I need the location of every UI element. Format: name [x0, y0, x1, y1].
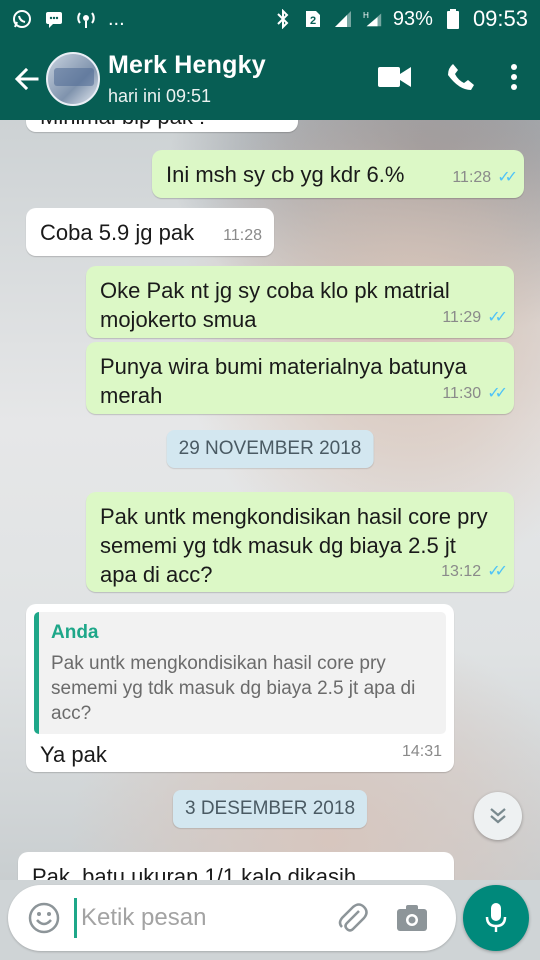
- message-incoming[interactable]: Minimal bip pak ! 11:26: [26, 120, 298, 132]
- message-input[interactable]: [74, 898, 324, 938]
- double-check-read-icon: ✓✓: [487, 563, 508, 580]
- message-text: Minimal bip pak !: [40, 120, 205, 129]
- scroll-to-bottom-button[interactable]: [474, 792, 522, 840]
- header-actions: [378, 62, 518, 97]
- message-text: Punya wira bumi materialnya batunya mera…: [100, 354, 467, 408]
- message-time: 11:30: [442, 385, 482, 402]
- message-meta: 11:26: [247, 120, 286, 130]
- svg-text:2: 2: [310, 15, 316, 27]
- message-meta: 11:29 ✓✓: [442, 303, 508, 332]
- message-text: Coba 5.9 jg pak: [40, 220, 195, 245]
- message-outgoing[interactable]: Oke Pak nt jg sy coba klo pk matrial moj…: [86, 266, 514, 338]
- message-text: Pak, batu ukuran 1/1 kalo dikasih: [32, 864, 357, 880]
- message-time: 13:12: [441, 563, 482, 580]
- hplus-signal-icon: H: [363, 9, 383, 29]
- attach-button[interactable]: [330, 896, 374, 940]
- date-separator: 3 DESEMBER 2018: [172, 790, 368, 828]
- paperclip-icon: [338, 903, 368, 932]
- signal-icon: [333, 9, 353, 29]
- camera-button[interactable]: [390, 896, 434, 940]
- quoted-message[interactable]: Anda Pak untk mengkondisikan hasil core …: [34, 612, 446, 734]
- message-meta: 11:28 ✓✓: [452, 163, 518, 192]
- more-vert-icon: [511, 63, 517, 90]
- back-button[interactable]: [4, 38, 50, 120]
- quoted-author: Anda: [51, 622, 99, 643]
- broadcast-notification-icon: [76, 9, 96, 29]
- double-check-read-icon: ✓✓: [487, 385, 508, 402]
- message-meta: 11:28: [223, 221, 262, 250]
- phone-icon: [448, 63, 474, 90]
- contact-info[interactable]: Merk Hengky hari ini 09:51: [108, 51, 266, 107]
- message-notification-icon: [44, 9, 64, 29]
- notification-more: ...: [108, 7, 125, 30]
- voice-call-button[interactable]: [446, 62, 476, 97]
- message-time: 11:29: [442, 309, 482, 326]
- emoji-button[interactable]: [22, 896, 66, 940]
- avatar[interactable]: [46, 52, 100, 106]
- message-meta: 11:30 ✓✓: [442, 379, 508, 408]
- message-incoming-reply[interactable]: Anda Pak untk mengkondisikan hasil core …: [26, 604, 454, 772]
- composer: [8, 885, 456, 951]
- bluetooth-icon: [273, 9, 293, 29]
- message-text: Pak untk mengkondisikan hasil core pry s…: [100, 504, 488, 587]
- chat-header: Merk Hengky hari ini 09:51: [0, 38, 540, 120]
- message-text: Ini msh sy cb yg kdr 6.%: [166, 162, 405, 187]
- emoji-icon: [28, 902, 60, 934]
- message-time: 11:28: [452, 169, 492, 186]
- more-options-button[interactable]: [510, 63, 518, 96]
- camera-icon: [397, 905, 427, 931]
- whatsapp-notification-icon: [12, 9, 32, 29]
- message-meta: 14:31: [402, 737, 442, 766]
- mic-icon: [485, 903, 507, 932]
- last-seen: hari ini 09:51: [108, 86, 212, 106]
- battery-percent: 93%: [392, 7, 433, 30]
- message-outgoing[interactable]: Pak untk mengkondisikan hasil core pry s…: [86, 492, 514, 592]
- message-outgoing[interactable]: Punya wira bumi materialnya batunya mera…: [86, 342, 514, 414]
- message-incoming[interactable]: Coba 5.9 jg pak 11:28: [26, 208, 274, 256]
- quoted-text: Pak untk mengkondisikan hasil core pry s…: [51, 653, 416, 724]
- video-call-button[interactable]: [378, 65, 412, 94]
- message-text: Oke Pak nt jg sy coba klo pk matrial moj…: [100, 278, 450, 332]
- date-separator: 29 NOVEMBER 2018: [166, 430, 374, 468]
- clock: 09:53: [472, 6, 528, 31]
- videocam-icon: [378, 66, 411, 87]
- message-meta: 13:12 ✓✓: [441, 557, 508, 586]
- message-incoming[interactable]: Pak, batu ukuran 1/1 kalo dikasih: [18, 852, 454, 880]
- sim-2-icon: 2: [303, 9, 323, 29]
- message-time: 11:26: [247, 120, 286, 130]
- battery-icon: [443, 9, 463, 29]
- double-check-read-icon: ✓✓: [497, 169, 518, 186]
- composer-bar: [0, 880, 540, 960]
- status-left-icons: ...: [12, 8, 125, 31]
- arrow-left-icon: [14, 67, 39, 91]
- chevron-double-down-icon: [490, 808, 506, 824]
- message-list[interactable]: Minimal bip pak ! 11:26 Ini msh sy cb yg…: [0, 120, 540, 880]
- status-bar: ... 2 H 93% 09:53: [0, 0, 540, 38]
- message-time: 11:28: [223, 227, 262, 244]
- double-check-read-icon: ✓✓: [487, 309, 508, 326]
- contact-name: Merk Hengky: [108, 51, 266, 79]
- message-time: 14:31: [401, 743, 442, 760]
- message-outgoing[interactable]: Ini msh sy cb yg kdr 6.% 11:28 ✓✓: [152, 150, 524, 198]
- voice-record-button[interactable]: [463, 885, 529, 951]
- status-right-icons: 2 H 93% 09:53: [273, 6, 528, 32]
- message-text: Ya pak: [40, 742, 107, 767]
- svg-text:H: H: [363, 11, 369, 20]
